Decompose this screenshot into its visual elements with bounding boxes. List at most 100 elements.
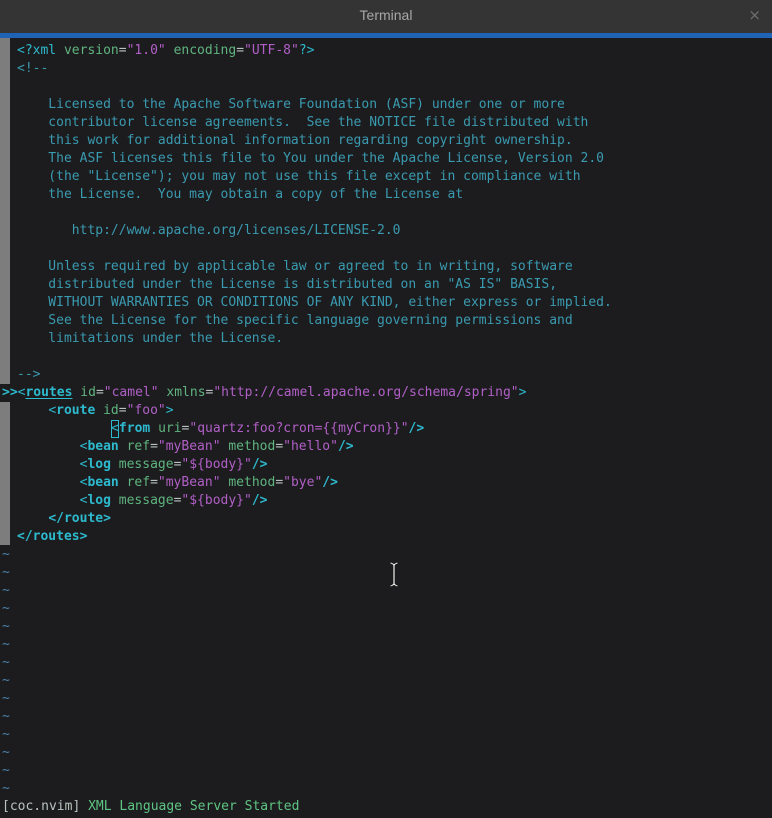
terminal-line: ~ bbox=[0, 744, 772, 762]
code-segment: /> bbox=[409, 421, 425, 436]
code-segment: http://www.apache.org/licenses/LICENSE-2… bbox=[17, 223, 401, 238]
terminal-line: <!-- bbox=[0, 60, 772, 78]
terminal-line: <bean ref="myBean" method="hello"/> bbox=[0, 438, 772, 456]
code-segment: message bbox=[119, 457, 174, 472]
terminal-line: </route> bbox=[0, 510, 772, 528]
code-segment: method bbox=[228, 475, 275, 490]
terminal-line: ~ bbox=[0, 618, 772, 636]
code-segment: this work for additional information reg… bbox=[17, 133, 573, 148]
terminal-line: the License. You may obtain a copy of th… bbox=[0, 186, 772, 204]
code-segment: "${body}" bbox=[181, 493, 251, 508]
terminal-line: <from uri="quartz:foo?cron={{myCron}}"/> bbox=[0, 420, 772, 438]
titlebar[interactable]: Terminal × bbox=[0, 0, 772, 33]
code-segment: "myBean" bbox=[158, 439, 221, 454]
code-segment: ~ bbox=[2, 619, 10, 634]
code-segment: version bbox=[64, 43, 119, 58]
code-segment: ~ bbox=[2, 673, 10, 688]
code-segment: XML Language Server Started bbox=[88, 799, 299, 814]
code-segment: route bbox=[56, 403, 95, 418]
code-segment: = bbox=[150, 475, 158, 490]
vim-cursor: < bbox=[111, 420, 119, 438]
terminal-line: --> bbox=[0, 366, 772, 384]
code-segment bbox=[111, 493, 119, 508]
code-segment: See the License for the specific languag… bbox=[17, 313, 573, 328]
code-segment: "hello" bbox=[283, 439, 338, 454]
code-segment: Unless required by applicable law or agr… bbox=[17, 259, 573, 274]
terminal-screen[interactable]: <?xml version="1.0" encoding="UTF-8"?><!… bbox=[0, 38, 772, 818]
terminal-line: <route id="foo"> bbox=[0, 402, 772, 420]
code-segment: log bbox=[87, 457, 110, 472]
code-segment bbox=[17, 511, 48, 526]
code-segment: Licensed to the Apache Software Foundati… bbox=[17, 97, 565, 112]
code-segment: "myBean" bbox=[158, 475, 221, 490]
terminal-line: ~ bbox=[0, 780, 772, 798]
code-segment: /> bbox=[338, 439, 354, 454]
code-segment: > bbox=[519, 385, 527, 400]
terminal-line: <log message="${body}"/> bbox=[0, 456, 772, 474]
terminal-line: this work for additional information reg… bbox=[0, 132, 772, 150]
terminal-line: <bean ref="myBean" method="bye"/> bbox=[0, 474, 772, 492]
terminal-line: Unless required by applicable law or agr… bbox=[0, 258, 772, 276]
code-segment: ~ bbox=[2, 691, 10, 706]
terminal-line: ~ bbox=[0, 726, 772, 744]
code-segment: id bbox=[80, 385, 96, 400]
code-segment: xmlns bbox=[166, 385, 205, 400]
code-segment: = bbox=[275, 475, 283, 490]
code-segment: the License. You may obtain a copy of th… bbox=[17, 187, 463, 202]
code-segment: = bbox=[96, 385, 104, 400]
terminal-line: ~ bbox=[0, 636, 772, 654]
code-segment: "UTF-8" bbox=[244, 43, 299, 58]
code-segment: /> bbox=[252, 493, 268, 508]
code-segment: = bbox=[236, 43, 244, 58]
code-segment: "http://camel.apache.org/schema/spring" bbox=[213, 385, 518, 400]
code-segment: <?xml bbox=[17, 43, 64, 58]
terminal-line: See the License for the specific languag… bbox=[0, 312, 772, 330]
terminal-line: ~ bbox=[0, 708, 772, 726]
code-segment: ~ bbox=[2, 637, 10, 652]
code-segment: uri bbox=[158, 421, 181, 436]
code-segment: = bbox=[275, 439, 283, 454]
code-segment: contributor license agreements. See the … bbox=[17, 115, 588, 130]
terminal-line: WITHOUT WARRANTIES OR CONDITIONS OF ANY … bbox=[0, 294, 772, 312]
code-segment: ~ bbox=[2, 565, 10, 580]
terminal-line: ~ bbox=[0, 654, 772, 672]
terminal-line bbox=[0, 78, 772, 96]
terminal-line: The ASF licenses this file to You under … bbox=[0, 150, 772, 168]
code-segment: log bbox=[87, 493, 110, 508]
code-segment bbox=[119, 475, 127, 490]
terminal-line bbox=[0, 348, 772, 366]
terminal-line: ~ bbox=[0, 762, 772, 780]
code-segment: ref bbox=[127, 439, 150, 454]
terminal-line: ~ bbox=[0, 600, 772, 618]
code-segment bbox=[17, 421, 111, 436]
terminal-line: Licensed to the Apache Software Foundati… bbox=[0, 96, 772, 114]
code-segment: method bbox=[228, 439, 275, 454]
code-segment: ~ bbox=[2, 781, 10, 796]
code-segment: routes bbox=[25, 385, 72, 400]
code-segment: /> bbox=[252, 457, 268, 472]
scrollbar-thumb[interactable] bbox=[0, 38, 10, 384]
terminal-line: contributor license agreements. See the … bbox=[0, 114, 772, 132]
code-segment: </route> bbox=[48, 511, 111, 526]
code-segment: "1.0" bbox=[127, 43, 166, 58]
code-segment: "bye" bbox=[283, 475, 322, 490]
code-segment: WITHOUT WARRANTIES OR CONDITIONS OF ANY … bbox=[17, 295, 612, 310]
terminal-line: limitations under the License. bbox=[0, 330, 772, 348]
close-icon[interactable]: × bbox=[748, 6, 761, 24]
code-segment: ~ bbox=[2, 763, 10, 778]
code-segment: limitations under the License. bbox=[17, 331, 283, 346]
code-segment: < bbox=[48, 403, 56, 418]
code-segment bbox=[17, 493, 80, 508]
code-segment: "quartz:foo?cron={{myCron}}" bbox=[189, 421, 408, 436]
code-segment: message bbox=[119, 493, 174, 508]
code-segment: (the "License"); you may not use this fi… bbox=[17, 169, 581, 184]
scrollbar-thumb[interactable] bbox=[0, 402, 10, 545]
code-segment: The ASF licenses this file to You under … bbox=[17, 151, 604, 166]
code-segment: </routes> bbox=[17, 529, 87, 544]
code-segment: ~ bbox=[2, 655, 10, 670]
terminal-line: ~ bbox=[0, 672, 772, 690]
code-segment bbox=[17, 403, 48, 418]
terminal-line bbox=[0, 240, 772, 258]
terminal-line: ~ bbox=[0, 690, 772, 708]
code-segment: ~ bbox=[2, 709, 10, 724]
